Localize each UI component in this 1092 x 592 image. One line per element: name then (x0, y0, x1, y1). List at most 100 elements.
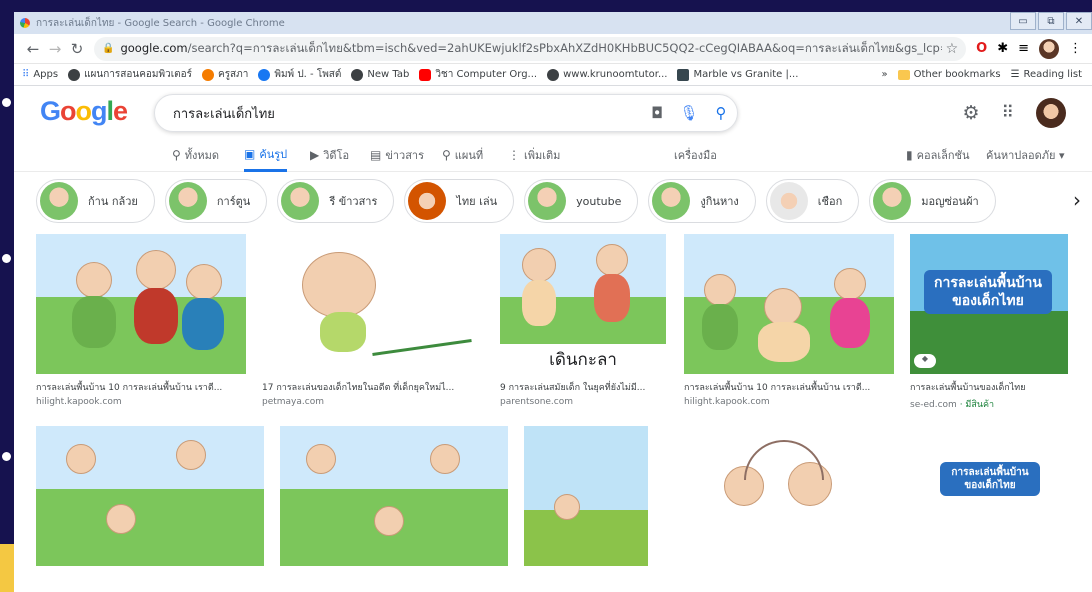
reading-list-icon[interactable]: ≡ (1018, 41, 1029, 56)
chip-item[interactable]: การ์ตูน (164, 179, 268, 223)
image-result[interactable] (280, 426, 508, 566)
result-thumbnail (262, 234, 482, 374)
tab-more[interactable]: ⋮ เพิ่มเติม (508, 138, 560, 172)
reading-list[interactable]: ☰ Reading list (1011, 69, 1082, 80)
search-input[interactable]: การละเล่นเด็กไทย (173, 103, 641, 124)
close-button[interactable]: ✕ (1066, 12, 1092, 30)
minimize-button[interactable]: ▭ (1010, 12, 1036, 30)
search-icon[interactable]: ⚲ (705, 104, 737, 122)
search-icon: ⚲ (172, 148, 181, 162)
microphone-icon[interactable]: 🎙 (673, 104, 705, 122)
url-path: /search?q=การละเล่นเด็กไทย&tbm=isch&ved=… (187, 40, 942, 55)
chip-thumbnail (281, 182, 320, 220)
poster-title: การละเล่นพื้นบ้าน ของเด็กไทย (924, 270, 1052, 315)
image-icon: ▣ (244, 146, 256, 161)
image-result[interactable]: การละเล่นพื้นบ้าน ของเด็กไทย (922, 426, 1068, 566)
image-result[interactable]: การละเล่นพื้นบ้าน 10 การละเล่นพื้นบ้าน เ… (684, 234, 894, 407)
other-bookmarks[interactable]: Other bookmarks (897, 69, 1001, 80)
tab-all[interactable]: ⚲ ทั้งหมด (172, 138, 219, 172)
collections-button[interactable]: ▮ คอลเล็กชัน (906, 138, 969, 172)
bookmarks-right: » Other bookmarks ☰ Reading list (882, 69, 1092, 80)
chip-label: youtube (576, 194, 622, 208)
bookmark-star-icon[interactable]: ☆ (946, 41, 959, 57)
navigation-bar: ← → ↻ 🔒 google.com/search?q=การละเล่นเด็… (14, 34, 1092, 64)
map-pin-icon: ⚲ (442, 148, 451, 162)
tools-button[interactable]: เครื่องมือ (674, 138, 717, 172)
bookmark-label: Marble vs Granite |... (693, 69, 799, 80)
result-source: parentsone.com (500, 397, 574, 407)
chip-item[interactable]: เชือก (765, 179, 860, 223)
result-source: hilight.kapook.com (36, 397, 122, 407)
google-logo[interactable]: Google (40, 96, 128, 127)
bookmark-item[interactable]: วิชา Computer Org... (419, 67, 537, 82)
chip-item[interactable]: รี ข้าวสาร (277, 179, 395, 223)
restore-button[interactable]: ⧉ (1038, 12, 1064, 30)
result-thumbnail (524, 426, 648, 566)
slide-bullet (2, 98, 11, 107)
bookmark-item[interactable]: New Tab (351, 68, 409, 81)
result-thumbnail (36, 234, 246, 374)
chip-thumbnail (652, 182, 691, 220)
tab-label: ค้นรูป (259, 147, 288, 161)
tab-maps[interactable]: ⚲ แผนที่ (442, 138, 483, 172)
image-result[interactable]: 17 การละเล่นของเด็กไทยในอดีต ที่เด็กยุคใ… (262, 234, 482, 407)
search-box[interactable]: การละเล่นเด็กไทย ◘ 🎙 ⚲ (154, 94, 738, 132)
opera-extension-icon[interactable]: O (976, 41, 987, 56)
forward-icon[interactable]: → (44, 40, 66, 58)
tab-images[interactable]: ▣ ค้นรูป (244, 138, 288, 172)
tab-label: แผนที่ (454, 149, 484, 162)
apps-grid-icon[interactable]: ⠿ (1002, 103, 1014, 123)
chip-item[interactable]: ไทย เล่น (404, 179, 515, 223)
chip-label: มอญซ่อนผ้า (921, 195, 979, 208)
puzzle-extension-icon[interactable]: ✱ (997, 41, 1008, 56)
bookmark-label: แผนการสอนคอมพิวเตอร์ (84, 69, 192, 80)
bookmark-label: Other bookmarks (913, 69, 1001, 80)
tab-news[interactable]: ▤ ข่าวสาร (370, 138, 424, 172)
chip-item[interactable]: มอญซ่อนผ้า (869, 179, 996, 223)
chrome-icon (20, 18, 30, 28)
reload-icon[interactable]: ↻ (66, 40, 88, 58)
bookmark-item[interactable]: แผนการสอนคอมพิวเตอร์ (68, 67, 192, 82)
result-caption: การละเล่นพื้นบ้านของเด็กไทย (910, 383, 1026, 393)
address-bar[interactable]: 🔒 google.com/search?q=การละเล่นเด็กไทย&t… (94, 36, 967, 61)
bookmark-item[interactable]: ครูสภา (202, 67, 248, 82)
profile-avatar[interactable] (1039, 38, 1059, 59)
bookmarks-overflow[interactable]: » (882, 69, 888, 80)
menu-kebab-icon[interactable]: ⋮ (1069, 41, 1082, 56)
safesearch-button[interactable]: ค้นหาปลอดภัย ▾ (986, 138, 1065, 172)
window-title: การละเล่นเด็กไทย - Google Search - Googl… (36, 17, 285, 29)
bookmark-item[interactable]: Marble vs Granite |... (677, 68, 799, 81)
chip-item[interactable]: ก้าน กล้วย (36, 179, 155, 223)
facebook-icon (258, 68, 271, 81)
bookmark-label: วิชา Computer Org... (435, 69, 538, 80)
avatar[interactable] (1036, 98, 1066, 128)
tab-label: วิดีโอ (323, 149, 350, 162)
chip-item[interactable]: youtube (524, 179, 639, 223)
chevron-right-icon[interactable]: › (1062, 178, 1092, 222)
tab-videos[interactable]: ▶ วิดีโอ (310, 138, 349, 172)
image-result[interactable] (36, 426, 264, 566)
back-icon[interactable]: ← (22, 40, 44, 58)
chip-item[interactable]: งูกินหาง (648, 179, 756, 223)
globe-icon (547, 68, 560, 81)
chip-thumbnail (873, 182, 912, 220)
bookmark-item[interactable]: พิมพ์ ป. - โพสต์ (258, 67, 341, 82)
bookmark-item[interactable]: www.krunoomtutor... (547, 68, 667, 81)
image-result[interactable]: การละเล่นพื้นบ้าน ของเด็กไทย ◆ การละเล่น… (910, 234, 1068, 411)
bookmark-apps[interactable]: ⠿ Apps (22, 69, 58, 80)
camera-icon[interactable]: ◘ (641, 104, 673, 122)
gear-icon[interactable]: ⚙ (963, 102, 980, 124)
chip-label: เชือก (817, 195, 843, 208)
image-result[interactable]: เดินกะลา 9 การละเล่นสมัยเด็ก ในยุคที่ยัง… (500, 234, 666, 407)
image-result[interactable]: การละเล่นพื้นบ้าน 10 การละเล่นพื้นบ้าน เ… (36, 234, 246, 407)
bookmark-label: Apps (33, 69, 59, 80)
chip-thumbnail (40, 182, 78, 220)
tab-label: คอลเล็กชัน (916, 149, 970, 162)
collection-icon: ▮ (906, 148, 913, 162)
globe-icon (351, 68, 364, 81)
tab-label: ทั้งหมด (184, 149, 220, 162)
image-result[interactable] (664, 426, 906, 566)
result-caption: การละเล่นพื้นบ้าน 10 การละเล่นพื้นบ้าน เ… (36, 383, 223, 393)
extensions-area: O ✱ ≡ ⋮ (976, 38, 1082, 59)
image-result[interactable] (524, 426, 648, 566)
